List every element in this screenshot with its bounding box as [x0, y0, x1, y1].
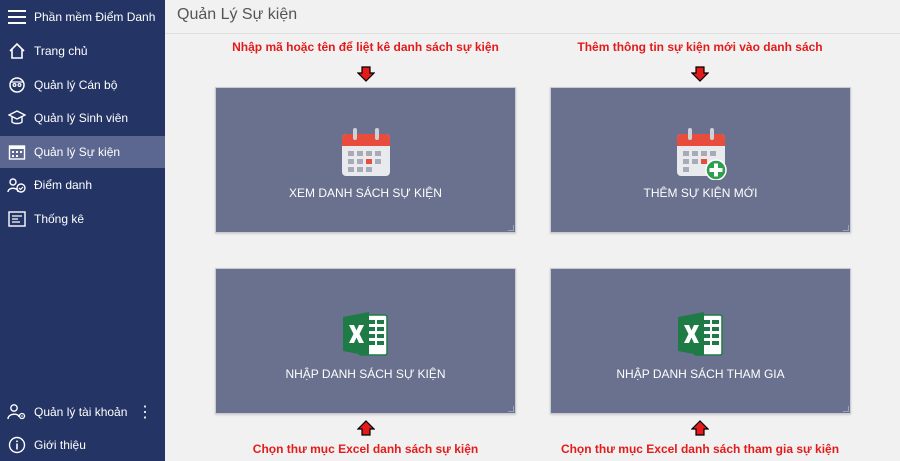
- sidebar-item-account[interactable]: Quản lý tài khoản ⋮: [0, 396, 165, 428]
- home-icon: [7, 41, 27, 61]
- import-participants-tile[interactable]: NHẬP DANH SÁCH THAM GIA: [550, 268, 851, 414]
- page-title: Quản Lý Sự kiện: [177, 6, 298, 23]
- hint-view-events: Nhập mã hoặc tên để liệt kê danh sách sự…: [232, 40, 499, 54]
- hint-add-event: Thêm thông tin sự kiện mới vào danh sách: [577, 40, 823, 54]
- hint-import-participants: Chọn thư mục Excel danh sách tham gia sự…: [560, 442, 840, 456]
- sidebar-item-label: Trang chủ: [34, 44, 88, 58]
- sidebar-item-label: Quản lý Cán bộ: [34, 78, 118, 92]
- more-options-icon[interactable]: ⋮: [137, 396, 153, 428]
- add-event-tile[interactable]: THÊM SỰ KIỆN MỚI: [550, 87, 851, 233]
- attendance-icon: [7, 175, 27, 195]
- view-events-tile[interactable]: XEM DANH SÁCH SỰ KIỆN: [215, 87, 516, 233]
- sidebar-item-label: Thống kê: [34, 212, 85, 226]
- sidebar-item-label: Quản lý Sự kiện: [34, 145, 121, 159]
- arrow-down-icon: [691, 66, 709, 82]
- sidebar-menu-header[interactable]: Phần mềm Điểm Danh: [0, 1, 165, 33]
- calendar-add-icon: [676, 128, 727, 180]
- arrow-down-icon: [357, 66, 375, 82]
- staff-icon: [7, 75, 27, 95]
- tile-label: XEM DANH SÁCH SỰ KIỆN: [289, 186, 442, 200]
- sidebar-item-about[interactable]: Giới thiệu: [0, 429, 165, 461]
- sidebar-item-events[interactable]: Quản lý Sự kiện: [0, 136, 165, 168]
- graduation-cap-icon: [7, 108, 27, 128]
- resize-grip: [843, 225, 849, 231]
- resize-grip: [843, 406, 849, 412]
- hamburger-menu-icon[interactable]: [7, 7, 27, 27]
- sidebar-item-label: Giới thiệu: [34, 438, 86, 452]
- calendar-icon: [341, 128, 390, 176]
- tile-label: NHẬP DANH SÁCH SỰ KIỆN: [285, 367, 446, 381]
- sidebar: Phần mềm Điểm Danh Trang chủ Quản lý Cán…: [0, 0, 165, 461]
- sidebar-item-students[interactable]: Quản lý Sinh viên: [0, 102, 165, 134]
- arrow-up-icon: [691, 420, 709, 436]
- import-events-tile[interactable]: NHẬP DANH SÁCH SỰ KIỆN: [215, 268, 516, 414]
- resize-grip: [508, 406, 514, 412]
- sidebar-item-statistics[interactable]: Thống kê: [0, 203, 165, 235]
- tile-label: THÊM SỰ KIỆN MỚI: [643, 186, 758, 200]
- sidebar-item-home[interactable]: Trang chủ: [0, 35, 165, 67]
- resize-grip: [508, 225, 514, 231]
- info-icon: [7, 435, 27, 455]
- hint-import-events: Chọn thư mục Excel danh sách sự kiện: [252, 442, 479, 456]
- statistics-icon: [7, 209, 27, 229]
- sidebar-item-label: Quản lý Sinh viên: [34, 111, 129, 125]
- sidebar-item-label: Quản lý tài khoản: [34, 405, 128, 419]
- account-settings-icon: [7, 402, 27, 422]
- sidebar-item-attendance[interactable]: Điểm danh: [0, 169, 165, 201]
- page-header: Quản Lý Sự kiện: [165, 0, 900, 34]
- sidebar-item-staff[interactable]: Quản lý Cán bộ: [0, 69, 165, 101]
- tile-label: NHẬP DANH SÁCH THAM GIA: [616, 367, 785, 381]
- excel-icon: [342, 312, 388, 356]
- sidebar-item-label: Điểm danh: [34, 178, 93, 192]
- excel-icon: [677, 312, 723, 356]
- app-title: Phần mềm Điểm Danh: [34, 10, 156, 24]
- arrow-up-icon: [357, 420, 375, 436]
- calendar-icon: [7, 142, 27, 162]
